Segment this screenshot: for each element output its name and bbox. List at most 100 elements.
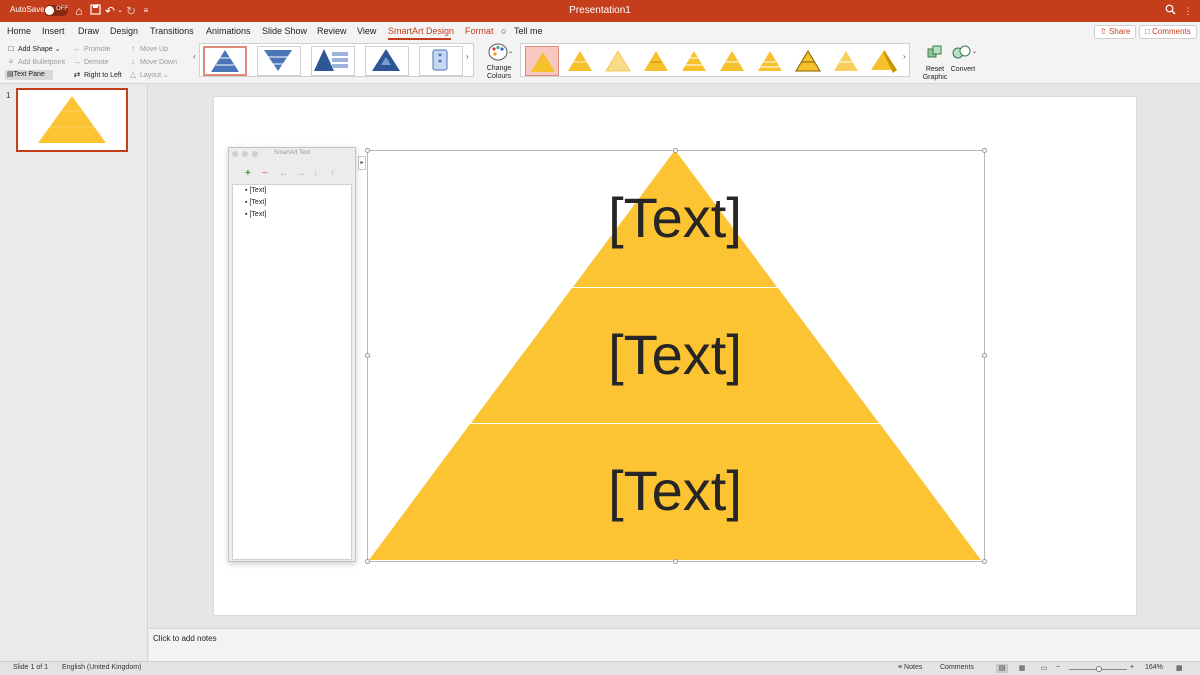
text-pane-icon: ▤ [7, 71, 14, 78]
demote-button[interactable]: → Demote [72, 57, 109, 66]
chevron-down-icon: ⌄ [508, 49, 514, 55]
resize-handle[interactable] [673, 148, 678, 153]
zoom-out-icon[interactable]: − [1056, 664, 1060, 671]
share-label: Share [1108, 27, 1131, 36]
layout-label: Layout [140, 72, 162, 79]
move-up-button[interactable]: ↑ Move Up [128, 44, 168, 53]
text-pane-button[interactable]: ▤Text Pane [5, 70, 53, 80]
title-bar: AutoSave OFF ⌂ ↶ ⌄ ↻ ≡ Presentation1 ⋮ [0, 0, 1200, 22]
move-down-icon[interactable]: ↓ [313, 168, 318, 179]
palette-icon [488, 43, 508, 63]
notes-label: Notes [904, 664, 923, 671]
chevron-down-icon: ⌄ [162, 72, 169, 79]
comments-toggle-button[interactable]: Comments [940, 664, 974, 671]
arrow-right-icon: → [73, 57, 81, 66]
promote-icon[interactable]: ← [279, 168, 289, 179]
comments-label: Comments [940, 664, 974, 671]
chevron-down-icon: ⌄ [54, 46, 61, 53]
style-thumb-6[interactable] [715, 46, 749, 76]
reset-graphic-button[interactable]: Reset Graphic [920, 66, 950, 82]
tab-format[interactable]: Format [465, 26, 494, 36]
demote-icon[interactable]: → [296, 168, 306, 179]
tab-animations[interactable]: Animations [206, 26, 251, 36]
layout-thumb-pyramid[interactable] [203, 46, 247, 76]
move-down-button[interactable]: ↓ Move Down [128, 57, 177, 66]
tab-view[interactable]: View [357, 26, 376, 36]
resize-handle[interactable] [365, 148, 370, 153]
style-thumb-9[interactable] [829, 46, 863, 76]
tab-slide-show[interactable]: Slide Show [262, 26, 307, 36]
chevron-down-icon: ⌄ [972, 49, 978, 55]
zoom-level[interactable]: 164% [1145, 664, 1163, 671]
slide-number: 1 [6, 91, 11, 100]
tab-design[interactable]: Design [110, 26, 138, 36]
style-thumb-3[interactable] [601, 46, 635, 76]
add-shape-button[interactable]: □ Add Shape ⌄ [6, 44, 61, 53]
comments-button[interactable]: □ Comments [1139, 25, 1197, 39]
status-bar: Slide 1 of 1 English (United Kingdom) ≡ … [0, 661, 1200, 675]
demote-label: Demote [84, 59, 109, 66]
fit-to-window-icon[interactable]: ▦ [1176, 664, 1183, 672]
slide-thumbnail-1[interactable] [16, 88, 128, 152]
zoom-slider-handle[interactable] [1096, 666, 1103, 672]
text-pane-body[interactable]: [Text] [Text] [Text] [232, 184, 352, 560]
tab-smartart-design[interactable]: SmartArt Design [388, 26, 454, 36]
presenter-view-icon[interactable]: ▭ [1038, 664, 1050, 673]
tab-review[interactable]: Review [317, 26, 347, 36]
remove-item-icon[interactable]: − [262, 168, 268, 179]
normal-view-icon[interactable]: ▤ [996, 664, 1008, 673]
change-colours-button[interactable]: Change Colours [482, 65, 516, 81]
style-thumb-4[interactable] [639, 46, 673, 76]
tab-insert[interactable]: Insert [42, 26, 65, 36]
notes-icon: ≡ [898, 664, 903, 671]
resize-handle[interactable] [673, 559, 678, 564]
arrow-left-icon: ← [73, 44, 81, 53]
slide-sorter-icon[interactable]: ▦ [1016, 664, 1028, 673]
resize-handle[interactable] [982, 559, 987, 564]
move-up-icon[interactable]: ↑ [330, 168, 335, 179]
style-thumb-1[interactable] [525, 46, 559, 76]
promote-button[interactable]: ← Promote [72, 44, 110, 53]
style-thumb-10[interactable] [867, 46, 901, 76]
language-indicator[interactable]: English (United Kingdom) [62, 664, 141, 671]
tab-draw[interactable]: Draw [78, 26, 99, 36]
style-thumb-2[interactable] [563, 46, 597, 76]
more-icon[interactable]: ⋮ [1181, 4, 1195, 18]
text-pane-toggle-icon[interactable]: ▸ [358, 156, 366, 170]
right-to-left-button[interactable]: ⇄ Right to Left [72, 70, 122, 79]
smartart-design-ribbon: □ Add Shape ⌄ ≡ Add Bulletpoint ▤Text Pane… [0, 40, 1200, 84]
tab-transitions[interactable]: Transitions [150, 26, 194, 36]
resize-handle[interactable] [982, 148, 987, 153]
styles-next-icon[interactable]: › [903, 52, 906, 61]
resize-handle[interactable] [365, 559, 370, 564]
add-shape-label: Add Shape [18, 46, 53, 53]
smartart-text-pane: SmartArt Text + − ← → ↓ ↑ [Text] [Text] … [228, 147, 356, 562]
convert-button[interactable]: Convert [948, 66, 978, 74]
text-pane-item[interactable]: [Text] [245, 187, 266, 194]
notes-toggle-button[interactable]: ≡ Notes [898, 664, 922, 671]
text-pane-item[interactable]: [Text] [245, 199, 266, 206]
gallery-prev-icon[interactable]: ‹ [193, 52, 196, 61]
share-button[interactable]: ⇧ Share [1094, 25, 1137, 39]
add-item-icon[interactable]: + [245, 168, 251, 179]
style-thumb-5[interactable] [677, 46, 711, 76]
text-pane-label: Text Pane [13, 71, 45, 78]
layout-thumb-segmented-pyramid[interactable] [365, 46, 409, 76]
layout-thumb-pyramid-list[interactable] [311, 46, 355, 76]
layout-thumb-inverted-pyramid[interactable] [257, 46, 301, 76]
tell-me-box[interactable]: Tell me [514, 26, 543, 36]
text-pane-item[interactable]: [Text] [245, 211, 266, 218]
layout-thumb-stacked-list[interactable] [419, 46, 463, 76]
search-icon[interactable] [1163, 4, 1177, 18]
zoom-in-icon[interactable]: + [1130, 664, 1134, 671]
style-thumb-8[interactable] [791, 46, 825, 76]
layout-button[interactable]: △ Layout ⌄ [128, 70, 169, 79]
move-up-label: Move Up [140, 46, 169, 53]
tab-home[interactable]: Home [7, 26, 31, 36]
gallery-next-icon[interactable]: › [466, 52, 469, 61]
smartart-styles-gallery [520, 43, 910, 77]
reset-graphic-icon [926, 44, 944, 64]
style-thumb-7[interactable] [753, 46, 787, 76]
notes-pane[interactable]: Click to add notes [149, 628, 1200, 661]
add-bulletpoint-button[interactable]: ≡ Add Bulletpoint [6, 57, 65, 66]
